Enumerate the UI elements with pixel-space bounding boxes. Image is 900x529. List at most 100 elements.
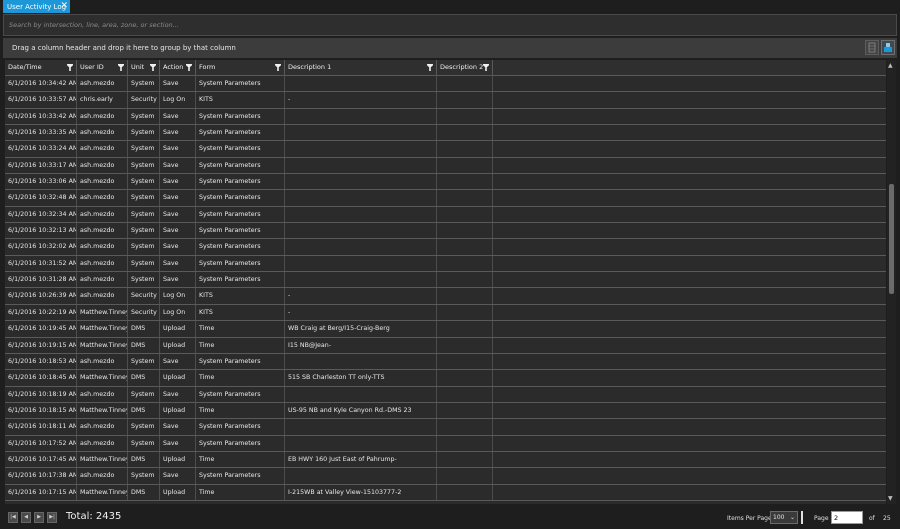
cell-description-1 [285,108,437,125]
cell-unit: DMS [128,451,160,468]
table-row[interactable]: 6/1/2016 10:22:19 AM Matthew.Tinney Securi… [5,304,886,322]
page-number-input[interactable] [831,511,863,524]
cell-unit: DMS [128,370,160,386]
table-row[interactable]: 6/1/2016 10:33:42 AM ash.mezdo System Save S… [5,108,886,126]
cell-form: Time [196,370,285,386]
cell-unit: System [128,108,160,125]
cell-description-2 [437,484,493,500]
cell-date-time: 6/1/2016 10:32:13 AM [5,223,77,239]
table-row[interactable]: 6/1/2016 10:32:34 AM ash.mezdo System Save S… [5,206,886,224]
last-page-icon[interactable]: ▶| [47,512,57,523]
table-row[interactable]: 6/1/2016 10:19:15 AM Matthew.Tinney DMS Upl… [5,337,886,354]
tab-bar: User Activity Log ✕ [0,0,900,13]
table-row[interactable]: 6/1/2016 10:18:15 AM Matthew.Tinney DMS Upl… [5,402,886,420]
cell-description-2 [437,108,493,125]
cell-date-time: 6/1/2016 10:22:19 AM [5,304,77,321]
scroll-thumb[interactable] [889,184,894,294]
cell-date-time: 6/1/2016 10:34:42 AM [5,76,77,92]
table-row[interactable]: 6/1/2016 10:19:45 AM Matthew.Tinney DMS Upl… [5,321,886,338]
table-row[interactable]: 6/1/2016 10:33:57 AM chris.early Security L… [5,92,886,109]
cell-description-1 [285,239,437,255]
table-row[interactable]: 6/1/2016 10:34:42 AM ash.mezdo System Save S… [5,76,886,93]
table-row[interactable]: 6/1/2016 10:26:39 AM ash.mezdo Security Log… [5,288,886,305]
scroll-down-icon[interactable]: ▼ [888,495,893,502]
table-row[interactable]: 6/1/2016 10:17:15 AM Matthew.Tinney DMS Upl… [5,484,886,501]
cell-user-id: ash.mezdo [77,157,128,174]
column-header-label: Unit [131,63,145,71]
table-row[interactable]: 6/1/2016 10:31:28 AM ash.mezdo System Save S… [5,272,886,289]
table-row[interactable]: 6/1/2016 10:32:13 AM ash.mezdo System Save S… [5,223,886,240]
column-header-action[interactable]: Action [160,60,196,75]
filter-icon[interactable] [427,64,433,71]
items-per-page-value: 100 [773,514,785,521]
filter-icon[interactable] [150,64,156,71]
table-row[interactable]: 6/1/2016 10:17:38 AM ash.mezdo System Save S… [5,468,886,485]
column-header-label: Date/Time [8,63,42,71]
scroll-up-icon[interactable]: ▲ [888,62,893,69]
cell-action: Upload [160,370,196,386]
group-by-panel[interactable]: Drag a column header and drop it here to… [3,38,897,58]
cell-date-time: 6/1/2016 10:33:06 AM [5,174,77,190]
column-header-user-id[interactable]: User ID [77,60,128,75]
cell-user-id: ash.mezdo [77,419,128,435]
next-page-icon[interactable]: ▶ [34,512,44,523]
table-row[interactable]: 6/1/2016 10:17:45 AM Matthew.Tinney DMS Upl… [5,451,886,469]
filter-icon[interactable] [118,64,124,71]
table-row[interactable]: 6/1/2016 10:33:17 AM ash.mezdo System Save S… [5,157,886,175]
table-row[interactable]: 6/1/2016 10:18:53 AM ash.mezdo System Save S… [5,353,886,371]
cell-date-time: 6/1/2016 10:31:52 AM [5,255,77,272]
cell-description-2 [437,125,493,141]
cell-description-1 [285,174,437,190]
cell-description-1 [285,255,437,272]
cell-description-2 [437,157,493,174]
search-input[interactable] [4,15,896,35]
cell-date-time: 6/1/2016 10:33:42 AM [5,108,77,125]
cell-description-2 [437,468,493,484]
cell-date-time: 6/1/2016 10:18:45 AM [5,370,77,386]
column-header-description-2[interactable]: Description 2 [437,60,493,75]
filter-icon[interactable] [186,64,192,71]
filter-icon[interactable] [67,64,73,71]
cell-action: Save [160,223,196,239]
group-by-hint: Drag a column header and drop it here to… [12,44,236,52]
table-row[interactable]: 6/1/2016 10:33:06 AM ash.mezdo System Save S… [5,174,886,191]
table-row[interactable]: 6/1/2016 10:18:45 AM Matthew.Tinney DMS Upl… [5,370,886,387]
cell-description-2 [437,370,493,386]
column-header-form[interactable]: Form [196,60,285,75]
close-icon[interactable]: ✕ [60,0,68,12]
cell-date-time: 6/1/2016 10:31:28 AM [5,272,77,288]
cell-description-1: I-215WB at Valley View-15103777-2 [285,484,437,500]
cell-date-time: 6/1/2016 10:19:45 AM [5,321,77,337]
cell-description-1: 515 SB Charleston TT only-TTS [285,370,437,386]
table-row[interactable]: 6/1/2016 10:18:19 AM ash.mezdo System Save S… [5,386,886,403]
table-row[interactable]: 6/1/2016 10:33:35 AM ash.mezdo System Save S… [5,125,886,142]
column-header-label: Action [163,63,184,71]
export-button[interactable] [881,40,895,55]
column-header-unit[interactable]: Unit [128,60,160,75]
table-row[interactable]: 6/1/2016 10:32:02 AM ash.mezdo System Save S… [5,239,886,256]
vertical-scrollbar[interactable]: ▲ ▼ [887,60,896,504]
cell-form: System Parameters [196,223,285,239]
column-header-description-1[interactable]: Description 1 [285,60,437,75]
cell-action: Upload [160,484,196,500]
prev-page-icon[interactable]: ◀ [21,512,31,523]
filter-icon[interactable] [483,64,489,71]
first-page-icon[interactable]: |◀ [8,512,18,523]
cell-action: Save [160,174,196,190]
table-row[interactable]: 6/1/2016 10:31:52 AM ash.mezdo System Save S… [5,255,886,273]
cell-user-id: Matthew.Tinney [77,402,128,419]
cell-user-id: ash.mezdo [77,272,128,288]
table-row[interactable]: 6/1/2016 10:18:11 AM ash.mezdo System Save S… [5,419,886,436]
column-chooser-button[interactable] [865,40,879,55]
cell-description-2 [437,223,493,239]
table-row[interactable]: 6/1/2016 10:17:52 AM ash.mezdo System Save S… [5,435,886,452]
tab-user-activity-log[interactable]: User Activity Log ✕ [3,0,70,13]
items-per-page-select[interactable]: 100 ⌄ [770,511,798,524]
table-row[interactable]: 6/1/2016 10:32:48 AM ash.mezdo System Save S… [5,190,886,207]
cell-form: Time [196,321,285,337]
cell-unit: System [128,255,160,272]
grid-header: Date/Time User ID Unit Action Form Descriptio… [5,60,886,76]
column-header-date-time[interactable]: Date/Time [5,60,77,75]
filter-icon[interactable] [275,64,281,71]
table-row[interactable]: 6/1/2016 10:33:24 AM ash.mezdo System Save S… [5,141,886,158]
